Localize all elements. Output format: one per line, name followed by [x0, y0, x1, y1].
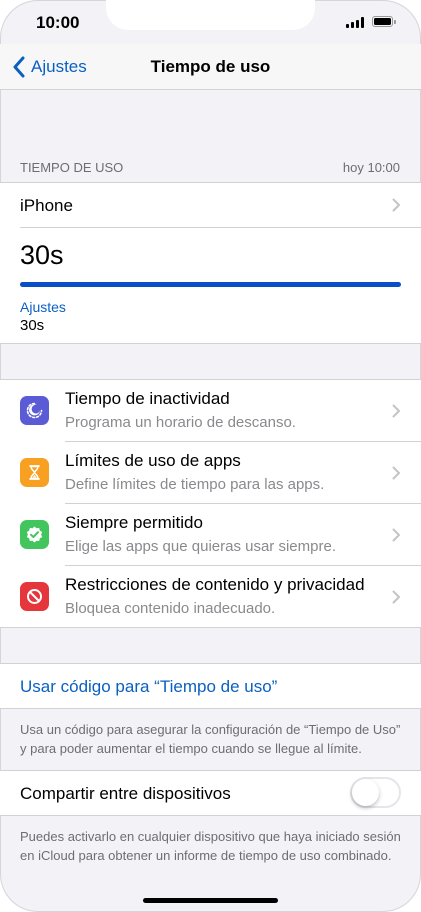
downtime-icon	[20, 396, 49, 425]
page-title: Tiempo de uso	[150, 57, 271, 76]
status-bar: 10:00	[0, 0, 421, 44]
chevron-right-icon	[392, 528, 401, 542]
navigation-bar: Ajustes Tiempo de uso	[0, 44, 421, 90]
category-label: Ajustes	[20, 299, 66, 315]
options-group: Tiempo de inactividad Programa un horari…	[0, 379, 421, 628]
chevron-right-icon	[392, 466, 401, 480]
option-title: Restricciones de contenido y privacidad	[65, 575, 365, 594]
checkmark-badge-icon	[20, 520, 49, 549]
option-subtitle: Elige las apps que quieras usar siempre.	[65, 538, 336, 555]
toggle-knob	[352, 779, 379, 806]
option-title: Siempre permitido	[65, 513, 203, 532]
use-passcode-label: Usar código para “Tiempo de uso”	[20, 677, 278, 696]
option-subtitle: Define límites de tiempo para las apps.	[65, 476, 325, 493]
share-across-devices-row: Compartir entre dispositivos	[0, 771, 421, 815]
chevron-right-icon	[392, 590, 401, 604]
share-across-devices-toggle[interactable]	[350, 777, 401, 808]
settings-list: TIEMPO DE USO hoy 10:00 iPhone 30s Ajust…	[0, 90, 421, 877]
total-usage-time: 30s	[20, 240, 64, 270]
downtime-row[interactable]: Tiempo de inactividad Programa un horari…	[0, 380, 421, 441]
usage-chart[interactable]: 30s Ajustes 30s	[0, 228, 421, 343]
section-header-timestamp: hoy 10:00	[342, 160, 400, 175]
usage-bar-fill	[20, 282, 401, 287]
always-allowed-row[interactable]: Siempre permitido Elige las apps que qui…	[0, 504, 421, 565]
chevron-right-icon	[392, 198, 401, 212]
share-footer: Puedes activarlo en cualquier dispositiv…	[20, 829, 401, 863]
device-row[interactable]: iPhone	[0, 183, 421, 227]
app-limits-row[interactable]: Límites de uso de apps Define límites de…	[0, 442, 421, 503]
phone-screen: 10:00 Ajustes Tiempo de uso TIEMPO DE US…	[0, 0, 421, 912]
restriction-icon	[20, 582, 49, 611]
home-indicator[interactable]	[143, 898, 278, 903]
passcode-group: Usar código para “Tiempo de uso”	[0, 663, 421, 709]
option-subtitle: Programa un horario de descanso.	[65, 414, 296, 431]
cellular-signal-icon	[346, 17, 366, 28]
content-restrictions-row[interactable]: Restricciones de contenido y privacidad …	[0, 566, 421, 627]
device-label: iPhone	[20, 196, 73, 215]
passcode-footer: Usa un código para asegurar la configura…	[20, 722, 401, 756]
usage-bar	[20, 282, 401, 287]
notch	[106, 0, 315, 30]
battery-icon	[372, 16, 396, 28]
share-across-devices-label: Compartir entre dispositivos	[20, 784, 231, 803]
use-passcode-button[interactable]: Usar código para “Tiempo de uso”	[0, 664, 421, 708]
category-time: 30s	[20, 317, 45, 334]
section-header: TIEMPO DE USO hoy 10:00	[0, 90, 421, 182]
usage-summary-group: iPhone 30s Ajustes 30s	[0, 182, 421, 344]
option-title: Tiempo de inactividad	[65, 389, 230, 408]
chevron-right-icon	[392, 404, 401, 418]
option-title: Límites de uso de apps	[65, 451, 241, 470]
option-subtitle: Bloquea contenido inadecuado.	[65, 600, 276, 617]
hourglass-icon	[20, 458, 49, 487]
share-group: Compartir entre dispositivos	[0, 770, 421, 816]
section-header-title: TIEMPO DE USO	[20, 160, 124, 175]
status-time: 10:00	[36, 13, 80, 32]
